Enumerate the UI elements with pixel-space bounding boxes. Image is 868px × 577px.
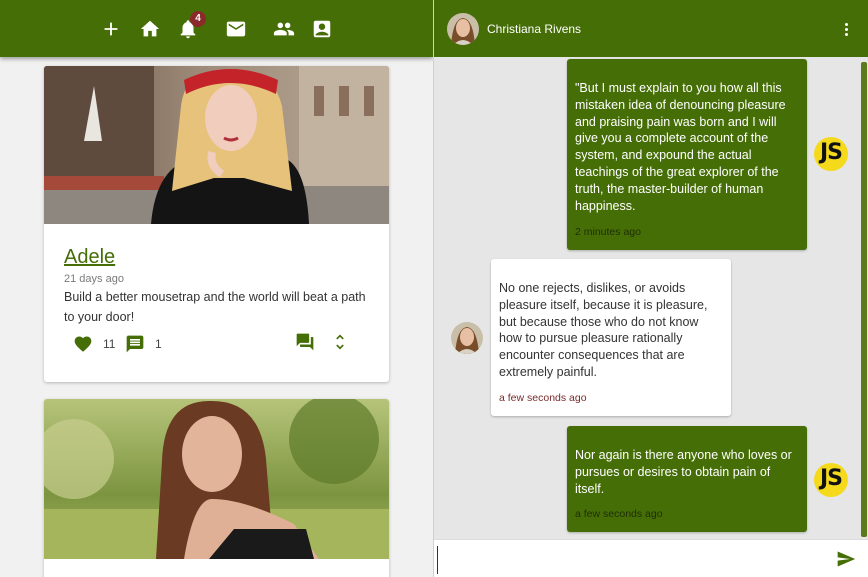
feed-toolbar: 4: [0, 0, 433, 57]
post-author-link[interactable]: Adele: [64, 246, 115, 269]
message-text: No one rejects, dislikes, or avoids plea…: [499, 281, 708, 379]
post-text: Build a better mousetrap and the world w…: [64, 290, 366, 324]
post-card: [44, 399, 389, 577]
contact-avatar: [451, 322, 483, 354]
contact-avatar[interactable]: [447, 13, 479, 45]
message-bubble-sent: Nor again is there anyone who loves or p…: [567, 426, 807, 532]
feed-pane: 4 Adele 21 days ago Build a better mouse…: [0, 0, 433, 577]
add-button[interactable]: [99, 17, 123, 41]
message-text: Nor again is there anyone who loves or p…: [575, 448, 792, 496]
contact-name: Christiana Rivens: [487, 22, 582, 36]
message-input[interactable]: [437, 546, 832, 574]
home-button[interactable]: [138, 17, 162, 41]
messages-button[interactable]: [224, 17, 248, 41]
notification-badge: 4: [190, 11, 206, 27]
post-photo: [44, 399, 389, 559]
chat-pane: Christiana Rivens "But I must explain to…: [434, 0, 868, 577]
more-vert-dot: [844, 32, 848, 36]
avatar-initials: JS: [819, 466, 843, 491]
user-avatar: JS: [814, 137, 848, 171]
mail-icon: [226, 21, 246, 37]
send-button[interactable]: [836, 549, 858, 569]
like-count: 11: [103, 337, 116, 351]
contact-card-icon: [313, 20, 331, 38]
people-button[interactable]: [272, 17, 296, 41]
heart-icon: [74, 336, 92, 352]
plus-icon: [104, 22, 118, 36]
expand-button[interactable]: [330, 332, 350, 352]
profile-button[interactable]: [310, 17, 334, 41]
message-bubble-sent: "But I must explain to you how all this …: [567, 59, 807, 250]
comment-count: 1: [155, 337, 162, 351]
avatar-initials: JS: [819, 140, 843, 165]
comments-button[interactable]: [125, 334, 145, 354]
chat-scrollbar[interactable]: [861, 62, 867, 537]
post-photo: [44, 66, 389, 224]
more-vert-icon: [844, 22, 848, 26]
reply-button[interactable]: [295, 332, 315, 352]
send-icon: [837, 551, 856, 567]
comment-icon: [126, 335, 144, 353]
post-card: Adele 21 days ago Build a better mousetr…: [44, 66, 389, 382]
message-time: a few seconds ago: [499, 392, 587, 405]
people-icon: [273, 22, 295, 36]
message-bubble-received: No one rejects, dislikes, or avoids plea…: [491, 259, 731, 416]
message-text: "But I must explain to you how all this …: [575, 81, 786, 213]
chat-header: Christiana Rivens: [434, 0, 868, 57]
message-time: 2 minutes ago: [575, 226, 641, 239]
forum-icon: [296, 333, 314, 351]
message-composer: [434, 539, 868, 577]
like-button[interactable]: [73, 334, 93, 354]
more-vert-dot: [844, 27, 848, 31]
post-time: 21 days ago: [64, 273, 124, 285]
unfold-icon: [336, 334, 344, 350]
more-options-button[interactable]: [838, 18, 854, 40]
home-icon: [140, 20, 160, 37]
message-time: a few seconds ago: [575, 508, 663, 521]
user-avatar: JS: [814, 463, 848, 497]
